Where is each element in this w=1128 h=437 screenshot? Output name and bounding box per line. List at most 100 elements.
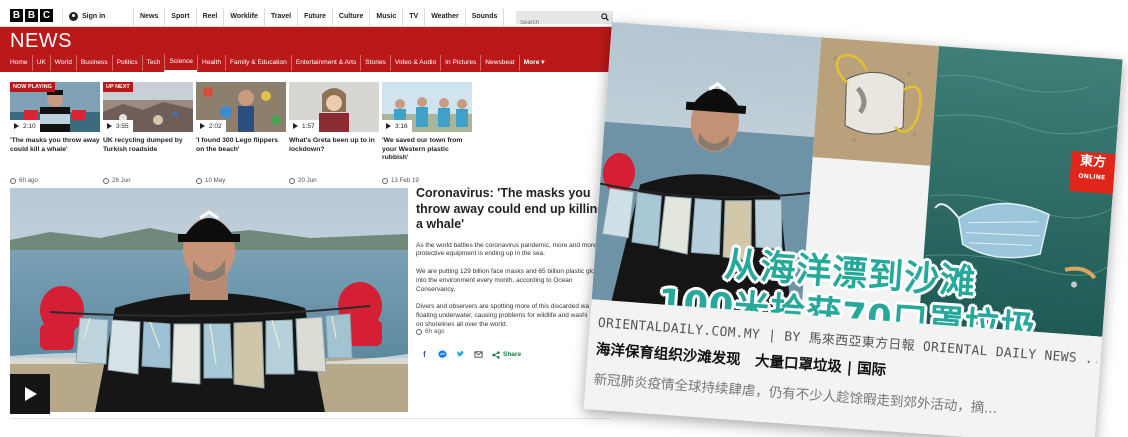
share-icon xyxy=(492,350,500,359)
video-duration: 3:16 xyxy=(395,122,408,130)
video-duration: 1:57 xyxy=(302,122,315,130)
sub-nav-tech[interactable]: Tech xyxy=(141,55,165,71)
bbc-logo-letter: B xyxy=(25,9,38,22)
play-button[interactable]: 3:55 xyxy=(103,120,133,132)
clock-icon xyxy=(382,177,388,184)
top-nav: News Sport Reel Worklife Travel Future C… xyxy=(133,8,505,26)
sub-nav-uk[interactable]: UK xyxy=(31,55,50,71)
top-nav-future[interactable]: Future xyxy=(297,8,332,26)
clock-icon xyxy=(196,177,202,184)
bbc-logo-letter: B xyxy=(10,9,23,22)
video-card[interactable]: 3:16 'We saved our town from your Wester… xyxy=(382,82,472,184)
video-strip: NOW PLAYING 2:10 'The masks you throw aw… xyxy=(10,82,472,184)
up-next-badge: UP NEXT xyxy=(103,82,133,92)
clock-icon xyxy=(416,328,422,335)
user-icon xyxy=(69,11,78,21)
sub-nav-science[interactable]: Science xyxy=(164,54,197,72)
play-icon xyxy=(293,123,298,129)
top-nav-news[interactable]: News xyxy=(133,8,164,26)
video-thumbnail[interactable]: 3:16 xyxy=(382,82,472,132)
video-title[interactable]: What's Greta been up to in lockdown? xyxy=(289,137,379,171)
bbc-logo-letter: C xyxy=(40,9,53,22)
play-button[interactable]: 2:10 xyxy=(10,120,40,132)
video-date: 6h ago xyxy=(10,177,100,184)
play-button[interactable]: 1:57 xyxy=(289,120,319,132)
video-thumbnail[interactable]: UP NEXT 3:55 xyxy=(103,82,193,132)
sign-in-link[interactable]: Sign in xyxy=(62,9,105,23)
od-online-logo: 東方 ONLINE xyxy=(1068,151,1116,195)
video-duration: 3:55 xyxy=(116,122,129,130)
messenger-icon[interactable] xyxy=(438,350,447,359)
video-card[interactable]: UP NEXT 3:55 UK recycling dumped by Turk… xyxy=(103,82,193,184)
share-bar: f Share xyxy=(420,350,521,359)
sub-nav-home[interactable]: Home xyxy=(6,55,32,71)
news-section-title[interactable]: NEWS xyxy=(10,30,72,53)
divider xyxy=(10,418,610,419)
sub-nav-health[interactable]: Health xyxy=(196,55,225,71)
top-nav-tv[interactable]: TV xyxy=(402,8,424,26)
video-date: 10 May xyxy=(196,177,286,184)
sub-nav-politics[interactable]: Politics xyxy=(111,55,142,71)
oriental-daily-link-card[interactable]: 東方 ONLINE 从海洋漂到沙滩 100米拾获70口罩垃圾 ORIENTALD… xyxy=(583,22,1123,437)
article-date: 6h ago xyxy=(416,328,445,335)
video-duration: 2:02 xyxy=(209,122,222,130)
video-thumbnail[interactable]: NOW PLAYING 2:10 xyxy=(10,82,100,132)
sub-nav-in-pictures[interactable]: In Pictures xyxy=(440,55,480,71)
video-duration: 2:10 xyxy=(23,122,36,130)
article-paragraph: As the world battles the coronavirus pan… xyxy=(416,241,597,258)
sub-nav-family-education[interactable]: Family & Education xyxy=(225,55,291,71)
top-nav-worklife[interactable]: Worklife xyxy=(223,8,264,26)
sub-nav-more[interactable]: More ▾ xyxy=(518,55,549,71)
video-date: 20 Jun xyxy=(289,177,379,184)
play-icon xyxy=(14,123,19,129)
play-button[interactable]: 2:02 xyxy=(196,120,226,132)
top-nav-weather[interactable]: Weather xyxy=(424,8,465,26)
video-title[interactable]: 'The masks you throw away could kill a w… xyxy=(10,137,100,171)
top-nav-music[interactable]: Music xyxy=(369,8,402,26)
bbc-news-page: B B C Sign in News Sport Reel Worklife T… xyxy=(0,0,630,437)
bbc-logo[interactable]: B B C xyxy=(10,9,53,22)
sub-nav-video-audio[interactable]: Video & Audio xyxy=(389,55,440,71)
play-icon xyxy=(25,387,37,401)
sub-nav-business[interactable]: Business xyxy=(75,55,112,71)
article-paragraph: We are putting 129 billion face masks an… xyxy=(416,268,595,293)
top-nav-culture[interactable]: Culture xyxy=(331,8,370,26)
sub-nav-world[interactable]: World xyxy=(49,55,76,71)
hero-play-button[interactable] xyxy=(10,374,50,414)
video-title[interactable]: 'I found 300 Lego flippers on the beach' xyxy=(196,137,286,171)
top-nav-sport[interactable]: Sport xyxy=(164,8,195,26)
sub-nav-newsbeat[interactable]: Newsbeat xyxy=(480,55,518,71)
twitter-icon[interactable] xyxy=(456,350,465,359)
screenshot-stage: B B C Sign in News Sport Reel Worklife T… xyxy=(0,0,1128,437)
video-date: 26 Jun xyxy=(103,177,193,184)
top-nav-reel[interactable]: Reel xyxy=(195,8,224,26)
play-icon xyxy=(200,123,205,129)
od-card-image: 東方 ONLINE 从海洋漂到沙滩 100米拾获70口罩垃圾 xyxy=(591,22,1123,337)
bbc-top-bar: B B C Sign in News Sport Reel Worklife T… xyxy=(0,0,630,30)
top-nav-travel[interactable]: Travel xyxy=(263,8,297,26)
facebook-icon[interactable]: f xyxy=(420,350,429,359)
video-date-text: 20 Jun xyxy=(298,177,317,184)
play-button[interactable]: 3:16 xyxy=(382,120,412,132)
video-thumbnail[interactable]: 1:57 xyxy=(289,82,379,132)
search-icon[interactable] xyxy=(601,13,609,21)
video-card[interactable]: NOW PLAYING 2:10 'The masks you throw aw… xyxy=(10,82,100,184)
hero-video[interactable] xyxy=(10,188,408,412)
article-title[interactable]: Coronavirus: 'The masks you throw away c… xyxy=(416,186,610,233)
video-card[interactable]: 1:57 What's Greta been up to in lockdown… xyxy=(289,82,379,184)
search-box xyxy=(516,11,613,30)
top-nav-sounds[interactable]: Sounds xyxy=(464,8,505,26)
video-title[interactable]: 'We saved our town from your Western pla… xyxy=(382,137,472,171)
sub-nav-entertainment-arts[interactable]: Entertainment & Arts xyxy=(290,55,360,71)
sub-nav-stories[interactable]: Stories xyxy=(360,55,390,71)
video-card[interactable]: 2:02 'I found 300 Lego flippers on the b… xyxy=(196,82,286,184)
news-sub-nav: Home UK World Business Politics Tech Sci… xyxy=(0,54,625,72)
share-label: Share xyxy=(503,351,522,358)
video-date-text: 6h ago xyxy=(19,177,38,184)
clock-icon xyxy=(289,177,295,184)
video-title[interactable]: UK recycling dumped by Turkish roadside xyxy=(103,137,193,171)
video-date-text: 10 May xyxy=(205,177,226,184)
email-icon[interactable] xyxy=(474,350,483,359)
video-thumbnail[interactable]: 2:02 xyxy=(196,82,286,132)
share-button[interactable]: Share xyxy=(492,350,522,359)
